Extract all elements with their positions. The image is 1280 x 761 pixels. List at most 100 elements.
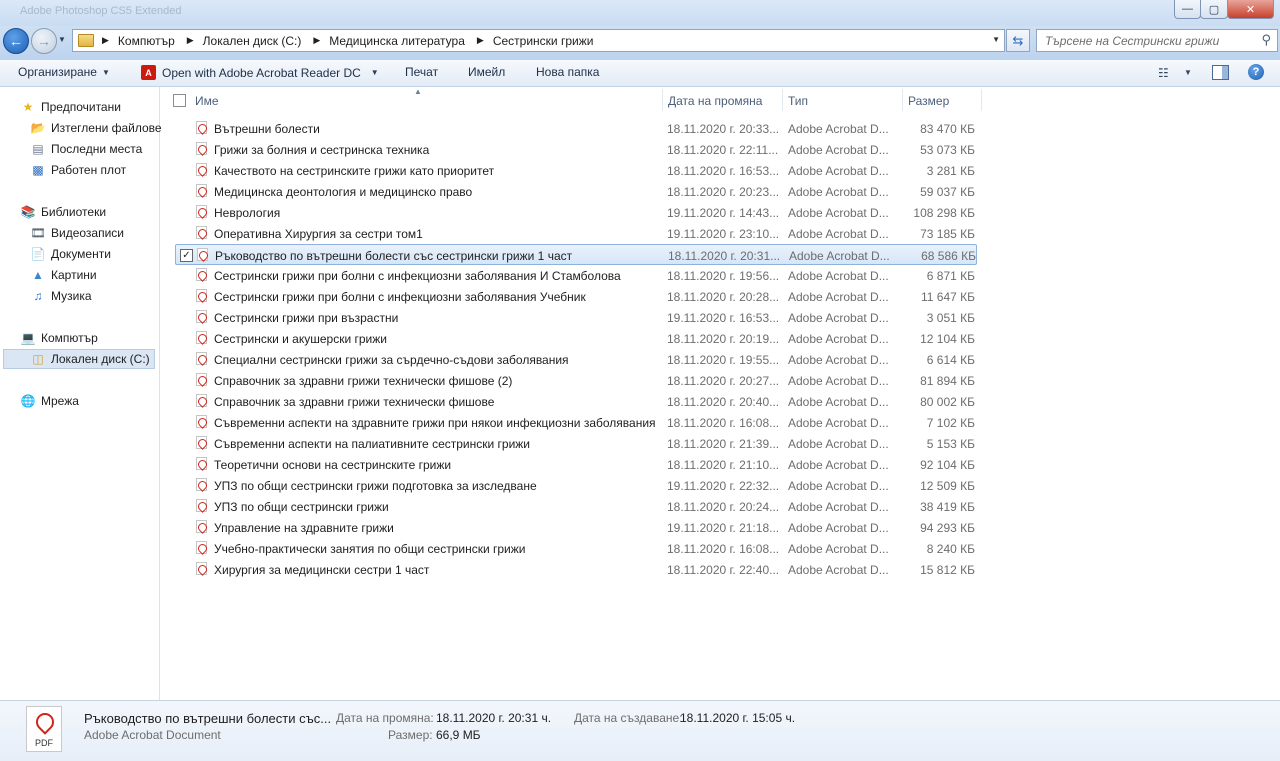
file-row[interactable]: Справочник за здравни грижи технически ф…	[175, 370, 977, 391]
column-size[interactable]: Размер	[908, 94, 949, 108]
file-row[interactable]: Управление на здравните грижи 19.11.2020 …	[175, 517, 977, 538]
column-date[interactable]: Дата на промяна	[668, 94, 762, 108]
file-type: Adobe Acrobat D...	[788, 311, 889, 325]
chevron-down-icon[interactable]: ▼	[1184, 68, 1192, 77]
nav-documents[interactable]: 📄 Документи	[30, 246, 111, 262]
file-row[interactable]: УПЗ по общи сестрински грижи подготовка …	[175, 475, 977, 496]
file-type: Adobe Acrobat D...	[788, 500, 889, 514]
breadcrumb-label[interactable]: Локален диск (C:)	[203, 34, 302, 48]
search-input[interactable]: Търсене на Сестрински грижи ⚲	[1036, 29, 1278, 52]
file-type: Adobe Acrobat D...	[788, 122, 889, 136]
back-button[interactable]: ←	[3, 28, 29, 54]
file-name: Съвременни аспекти на палиативните сестр…	[214, 437, 531, 451]
column-divider[interactable]	[981, 89, 982, 111]
print-button[interactable]: Печат	[405, 65, 438, 79]
row-checkbox[interactable]: ✓	[180, 249, 193, 262]
file-date: 18.11.2020 г. 20:23...	[667, 185, 779, 199]
file-row[interactable]: Качеството на сестринските грижи като пр…	[175, 160, 977, 181]
file-size: 6 871 КБ	[926, 269, 975, 283]
breadcrumb-label[interactable]: Сестрински грижи	[493, 34, 594, 48]
details-created-value[interactable]: 18.11.2020 г. 15:05 ч.	[680, 711, 795, 725]
file-row[interactable]: Сестрински грижи при болни с инфекциозни…	[175, 265, 977, 286]
file-row[interactable]: Хирургия за медицински сестри 1 част 18.1…	[175, 559, 977, 580]
breadcrumb-local-disk[interactable]: ▶ Локален диск (C:)	[187, 34, 302, 48]
nav-desktop[interactable]: ▩ Работен плот	[30, 162, 126, 178]
nav-music[interactable]: ♫ Музика	[30, 288, 92, 304]
file-row[interactable]: Грижи за болния и сестринска техника 18.1…	[175, 139, 977, 160]
file-row[interactable]: Сестрински грижи при болни с инфекциозни…	[175, 286, 977, 307]
nav-pictures[interactable]: ▲ Картини	[30, 267, 97, 283]
column-type[interactable]: Тип	[788, 94, 808, 108]
file-row[interactable]: Теоретични основи на сестринските грижи 1…	[175, 454, 977, 475]
forward-button[interactable]: →	[31, 28, 57, 54]
nav-videos[interactable]: 🎞 Видеозаписи	[30, 225, 124, 241]
details-filename: Ръководство по вътрешни болести със...	[84, 711, 332, 726]
chevron-right-icon[interactable]: ▶	[313, 35, 320, 46]
breadcrumb-nursing-care[interactable]: ▶ Сестрински грижи	[477, 34, 594, 48]
minimize-button[interactable]: —	[1174, 0, 1201, 19]
chevron-right-icon[interactable]: ▶	[102, 35, 109, 46]
file-size: 68 586 КБ	[921, 249, 976, 263]
chevron-right-icon[interactable]: ▶	[187, 35, 194, 46]
pdf-file-icon	[196, 289, 207, 302]
file-row[interactable]: Учебно-практически занятия по общи сестр…	[175, 538, 977, 559]
email-button[interactable]: Имейл	[468, 65, 505, 79]
search-icon[interactable]: ⚲	[1261, 32, 1271, 48]
breadcrumb-medical-literature[interactable]: ▶ Медицинска литература	[313, 34, 465, 48]
file-row[interactable]: Сестрински грижи при възрастни 19.11.2020…	[175, 307, 977, 328]
nav-libraries[interactable]: 📚 Библиотеки	[20, 204, 107, 220]
preview-pane-icon[interactable]	[1212, 65, 1229, 80]
nav-favorites[interactable]: ★ Предпочитани	[20, 99, 121, 115]
refresh-button[interactable]: ⇆	[1006, 29, 1030, 52]
file-row[interactable]: Медицинска деонтология и медицинско прав…	[175, 181, 977, 202]
chevron-right-icon[interactable]: ▶	[477, 35, 484, 46]
file-name: Управление на здравните грижи	[214, 521, 394, 535]
nav-label: Видеозаписи	[51, 226, 125, 240]
file-row[interactable]: Справочник за здравни грижи технически ф…	[175, 391, 977, 412]
breadcrumb-label[interactable]: Компютър	[118, 34, 175, 48]
select-all-checkbox[interactable]	[173, 94, 186, 107]
file-row[interactable]: Сестрински и акушерски грижи 18.11.2020 г…	[175, 328, 977, 349]
file-row[interactable]: Оперативна Хирургия за сестри том1 19.11.…	[175, 223, 977, 244]
open-with-button[interactable]: A Open with Adobe Acrobat Reader DC ▼	[141, 65, 379, 80]
file-date: 19.11.2020 г. 23:10...	[667, 227, 779, 241]
nav-computer[interactable]: 💻 Компютър	[20, 330, 98, 346]
pdf-file-icon	[196, 457, 207, 470]
breadcrumb-label[interactable]: Медицинска литература	[329, 34, 465, 48]
nav-local-disk[interactable]: ◫ Локален диск (C:)	[3, 349, 155, 369]
nav-network[interactable]: 🌐 Мрежа	[20, 393, 79, 409]
file-type: Adobe Acrobat D...	[788, 206, 889, 220]
history-dropdown-icon[interactable]: ▼	[58, 35, 66, 44]
maximize-button[interactable]: ▢	[1200, 0, 1228, 19]
nav-recent-places[interactable]: ▤ Последни места	[30, 141, 142, 157]
new-folder-button[interactable]: Нова папка	[536, 65, 599, 79]
nav-downloads[interactable]: 📂 Изтеглени файлове	[30, 120, 162, 136]
details-modified-value[interactable]: 18.11.2020 г. 20:31 ч.	[436, 711, 551, 725]
change-view-icon[interactable]: ☷	[1158, 66, 1169, 80]
file-row[interactable]: УПЗ по общи сестрински грижи 18.11.2020 г…	[175, 496, 977, 517]
column-divider[interactable]	[902, 89, 903, 111]
file-row[interactable]: Неврология 19.11.2020 г. 14:43... Adobe Ac…	[175, 202, 977, 223]
nav-label: Изтеглени файлове	[51, 121, 162, 135]
nav-label: Работен плот	[51, 163, 127, 177]
computer-icon: 💻	[20, 331, 36, 345]
file-row[interactable]: Вътрешни болести 18.11.2020 г. 20:33... Ad…	[175, 118, 977, 139]
file-row[interactable]: Съвременни аспекти на палиативните сестр…	[175, 433, 977, 454]
address-bar[interactable]: ▶ Компютър ▶ Локален диск (C:) ▶ Медицин…	[72, 29, 1005, 52]
organize-button[interactable]: Организиране ▼	[18, 65, 110, 79]
file-row[interactable]: Специални сестрински грижи за сърдечно-с…	[175, 349, 977, 370]
close-button[interactable]: ✕	[1227, 0, 1274, 19]
folder-icon	[78, 34, 94, 47]
column-divider[interactable]	[782, 89, 783, 111]
breadcrumb-computer[interactable]: ▶ Компютър	[102, 34, 175, 48]
file-row[interactable]: ✓ Ръководство по вътрешни болести със сес…	[175, 244, 977, 265]
file-row[interactable]: Съвременни аспекти на здравните грижи пр…	[175, 412, 977, 433]
file-date: 18.11.2020 г. 21:39...	[667, 437, 779, 451]
file-size: 92 104 КБ	[920, 458, 975, 472]
details-pane: PDF Ръководство по вътрешни болести със.…	[0, 700, 1280, 761]
help-icon[interactable]: ?	[1248, 64, 1264, 80]
column-name[interactable]: Име	[195, 94, 219, 108]
file-name: Сестрински грижи при болни с инфекциозни…	[214, 290, 586, 304]
address-dropdown-icon[interactable]: ▼	[992, 35, 1000, 44]
column-divider[interactable]	[662, 89, 663, 111]
